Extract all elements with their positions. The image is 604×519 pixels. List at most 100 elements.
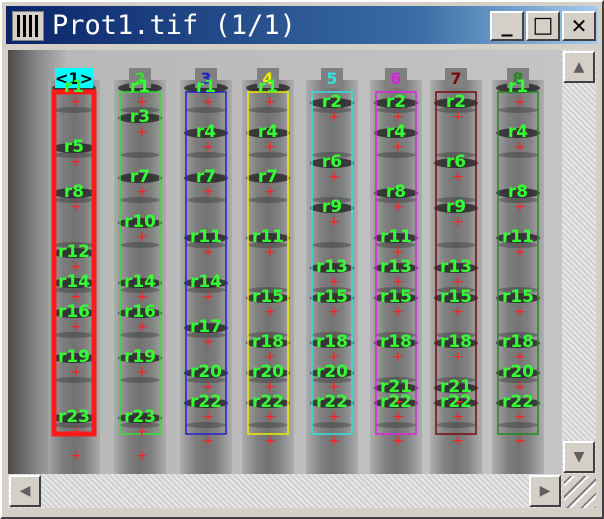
band-label: r15: [380, 287, 412, 307]
horizontal-scrollbar[interactable]: ◀ ▶: [8, 474, 562, 508]
title-bar[interactable]: Prot1.tif (1/1) _ □ ✕: [6, 6, 598, 44]
gel-image[interactable]: <1> + r1 + r5 + r8 + r12 + r14 + r16 + r19 + r23 +2 + r1 + r3…: [8, 50, 562, 474]
band-label: r14: [58, 272, 90, 292]
band-label: r23: [58, 407, 90, 427]
band-label: r1: [64, 77, 84, 97]
band-label: r4: [196, 122, 216, 142]
band-marker[interactable]: +: [70, 448, 82, 464]
band-label: r13: [380, 257, 412, 277]
lane-4[interactable]: 4+r1+r4+r7+r11+r15+r18+r20+r22+: [242, 68, 294, 474]
image-document-icon[interactable]: [12, 11, 44, 41]
band-label: r4: [258, 122, 278, 142]
band-label: r20: [502, 362, 534, 382]
band-label: r22: [252, 392, 284, 412]
band-label: r16: [58, 302, 90, 322]
band-label: r22: [380, 392, 412, 412]
band-label: r4: [508, 122, 528, 142]
minimize-button[interactable]: _: [490, 11, 524, 41]
band-label: r15: [316, 287, 348, 307]
band-label: r22: [316, 392, 348, 412]
band-label: r9: [446, 197, 466, 217]
band-label: r2: [386, 92, 406, 112]
band-label: r22: [502, 392, 534, 412]
scroll-up-button[interactable]: ▲: [563, 51, 595, 83]
band-label: r14: [124, 272, 156, 292]
lane-5[interactable]: 5+r2+r6+r9+r13+r15+r18+r20+r22+: [306, 68, 358, 474]
faint-band: [436, 242, 476, 248]
band-label: r19: [124, 347, 156, 367]
band-label: r20: [316, 362, 348, 382]
image-window: Prot1.tif (1/1) _ □ ✕ <1> + r1 + r5 + r8 + r12 + r…: [0, 0, 604, 519]
faint-band: [120, 152, 160, 158]
band-label: r13: [440, 257, 472, 277]
band-label: r13: [316, 257, 348, 277]
band-label: r23: [124, 407, 156, 427]
band-label: r18: [316, 332, 348, 352]
lane-2[interactable]: 2+r1+r3+r7+r10+r14+r16+r19+r23+: [114, 68, 166, 474]
band-label: r16: [124, 302, 156, 322]
band-label: r11: [502, 227, 534, 247]
band-label: r19: [58, 347, 90, 367]
band-marker[interactable]: +: [452, 433, 464, 449]
band-label: r11: [190, 227, 222, 247]
gel-lanes-overlay[interactable]: <1>+r1+r5+r8+r12+r14+r16+r19+r23+2+r1+r3…: [8, 50, 562, 474]
band-label: r8: [508, 182, 528, 202]
band-label: r18: [440, 332, 472, 352]
band-label: r11: [252, 227, 284, 247]
band-label: r2: [446, 92, 466, 112]
band-label: r8: [64, 182, 84, 202]
scroll-down-button[interactable]: ▼: [563, 441, 595, 473]
band-label: r20: [190, 362, 222, 382]
band-label: r7: [130, 167, 150, 187]
band-label: r7: [196, 167, 216, 187]
band-label: r22: [190, 392, 222, 412]
band-label: r15: [440, 287, 472, 307]
band-label: r6: [322, 152, 342, 172]
band-label: r10: [124, 212, 156, 232]
band-label: r20: [252, 362, 284, 382]
band-label: r2: [322, 92, 342, 112]
band-label: r18: [380, 332, 412, 352]
band-label: r18: [252, 332, 284, 352]
band-label: r1: [196, 77, 216, 97]
lane-3[interactable]: 3+r1+r4+r7+r11+r14+r17+r20+r22+: [180, 68, 232, 474]
band-label: r15: [502, 287, 534, 307]
maximize-button[interactable]: □: [526, 11, 560, 41]
lane-label[interactable]: 6: [390, 69, 401, 88]
lane-1[interactable]: <1>+r1+r5+r8+r12+r14+r16+r19+r23+: [48, 68, 100, 474]
band-marker[interactable]: +: [392, 433, 404, 449]
lane-7[interactable]: 7+r2+r6+r9+r13+r15+r18+r21+r22+: [430, 68, 482, 474]
band-label: r4: [386, 122, 406, 142]
vertical-scrollbar[interactable]: ▲ ▼: [562, 50, 596, 474]
window-title: Prot1.tif (1/1): [52, 10, 296, 41]
lane-label[interactable]: 7: [450, 69, 461, 88]
band-label: r5: [64, 137, 84, 157]
scroll-right-button[interactable]: ▶: [529, 475, 561, 507]
band-label: r12: [58, 242, 90, 262]
band-marker[interactable]: +: [514, 433, 526, 449]
band-label: r9: [322, 197, 342, 217]
band-label: r1: [258, 77, 278, 97]
band-label: r1: [130, 77, 150, 97]
band-label: r1: [508, 77, 528, 97]
band-label: r6: [446, 152, 466, 172]
band-marker[interactable]: +: [202, 433, 214, 449]
resize-grip-icon[interactable]: [564, 476, 596, 508]
lane-6[interactable]: 6+r2+r4+r8+r11+r13+r15+r18+r21+r22+: [370, 68, 422, 474]
faint-band: [312, 242, 352, 248]
band-label: r14: [190, 272, 222, 292]
band-marker[interactable]: +: [328, 433, 340, 449]
scroll-left-button[interactable]: ◀: [9, 475, 41, 507]
band-label: r8: [386, 182, 406, 202]
band-label: r17: [190, 317, 222, 337]
lane-label[interactable]: 5: [326, 69, 337, 88]
close-button[interactable]: ✕: [562, 11, 596, 41]
band-label: r3: [130, 107, 150, 127]
band-label: r18: [502, 332, 534, 352]
band-label: r11: [380, 227, 412, 247]
band-marker[interactable]: +: [264, 433, 276, 449]
band-marker[interactable]: +: [136, 448, 148, 464]
lane-8[interactable]: 8+r1+r4+r8+r11+r15+r18+r20+r22+: [492, 68, 544, 474]
band-label: r22: [440, 392, 472, 412]
band-label: r7: [258, 167, 278, 187]
